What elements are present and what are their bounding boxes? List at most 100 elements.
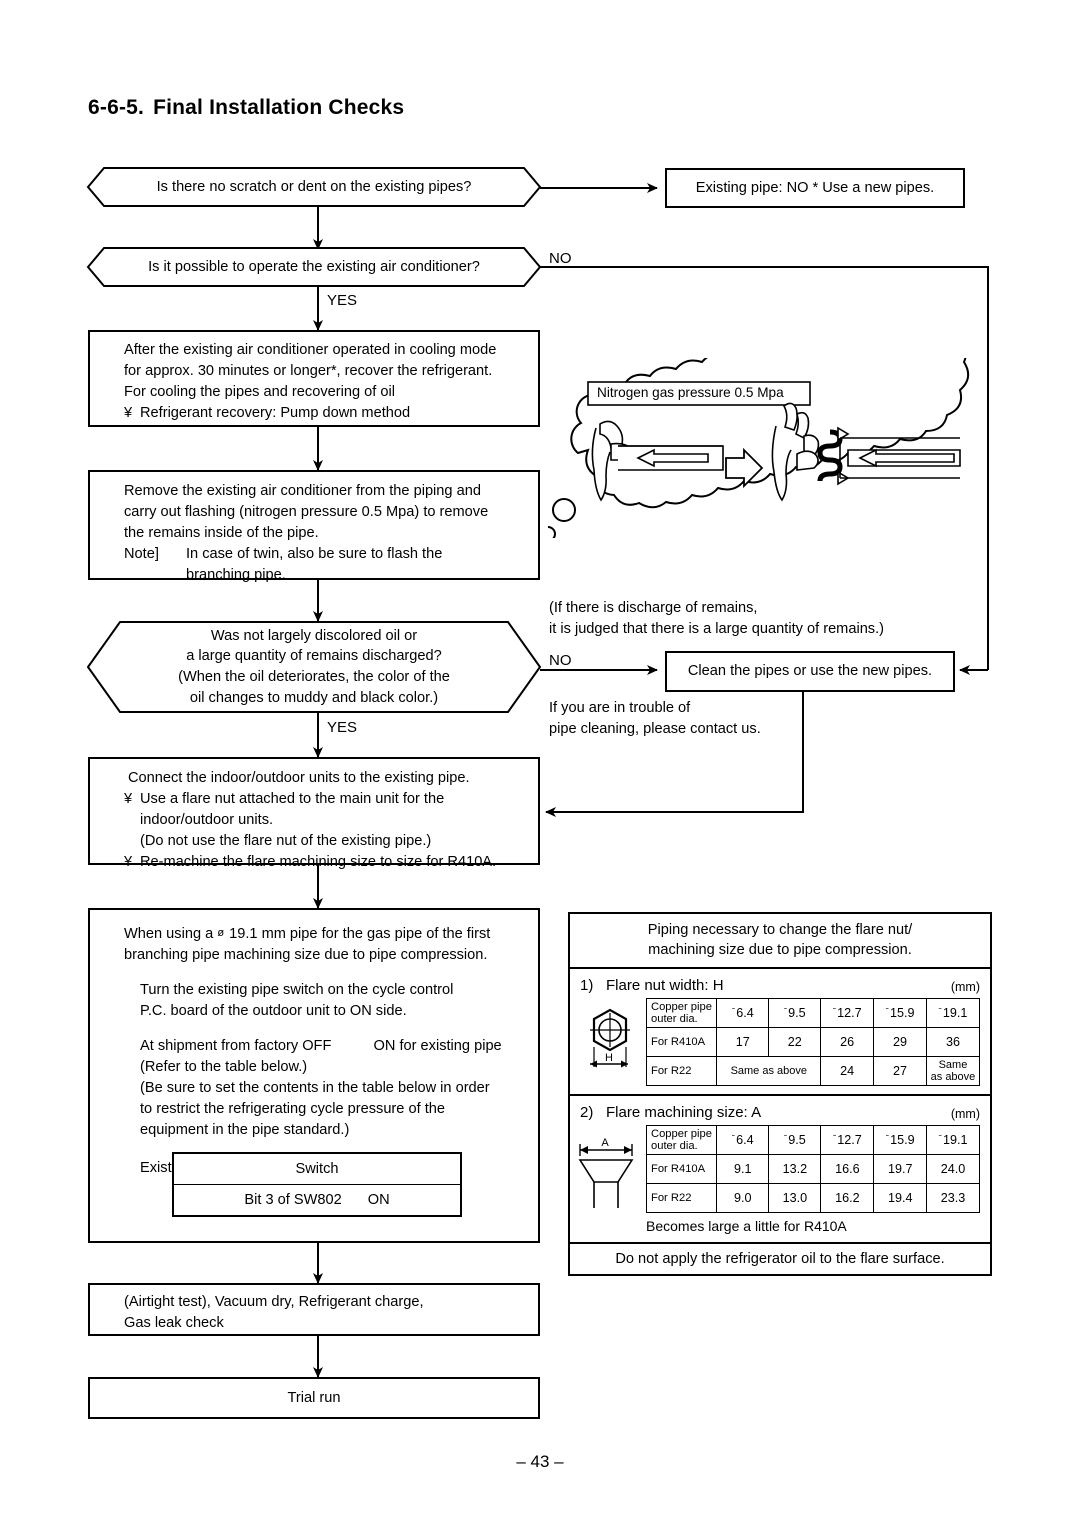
table2-r0-label: For R410A	[645, 1154, 718, 1185]
table2-r0-v2: 16.6	[820, 1154, 875, 1185]
table2-unit: (mm)	[950, 1107, 980, 1122]
b2-line-4: Refrigerant recovery: Pump down method	[140, 405, 411, 421]
b7-line-1: (Airtight test), Vacuum dry, Refrigerant…	[124, 1294, 424, 1310]
b5-line-2: Use a flare nut attached to the main uni…	[140, 791, 445, 807]
box-use-new-pipes: Existing pipe: NO * Use a new pipes.	[665, 168, 965, 208]
decision-3-line-4: oil changes to muddy and black color.)	[189, 689, 439, 706]
decision-3-line-3: (When the oil deteriorates, the color of…	[178, 669, 450, 685]
table2-r1-label: For R22	[645, 1183, 718, 1214]
table1-dia-2: ˉ12.7	[820, 998, 875, 1029]
table1-dia-1: ˉ9.5	[768, 998, 822, 1029]
decision-3-line-1: Was not largely discolored oil or	[210, 627, 418, 644]
table-row: For R22 Same as above 24 27 Same as abov…	[645, 1056, 981, 1087]
table1-title: Flare nut width: H	[606, 977, 724, 995]
b3-line-4: In case of twin, also be sure to flash t…	[186, 546, 443, 562]
b6-line-1a: When using a	[124, 926, 214, 942]
panel-footer-text: Do not apply the refrigerator oil to the…	[615, 1251, 945, 1268]
panel-header-line-1: Piping necessary to change the flare nut…	[647, 922, 913, 938]
b2-line-1: After the existing air conditioner opera…	[124, 342, 497, 358]
table2-r0-v1: 13.2	[768, 1154, 822, 1185]
box-tests: (Airtight test), Vacuum dry, Refrigerant…	[88, 1283, 540, 1336]
table1-dia-0: ˉ6.4	[716, 998, 770, 1029]
panel-header-line-2: machining size due to pipe compression.	[648, 941, 912, 958]
b3-note-label: Note]	[124, 546, 159, 562]
table1-r1-v1: 24	[820, 1056, 875, 1087]
b6-line-4: P.C. board of the outdoor unit to ON sid…	[140, 1003, 407, 1019]
switch-table: Switch Bit 3 of SW802 ON	[172, 1152, 462, 1217]
box-clean-pipes: Clean the pipes or use the new pipes.	[665, 651, 955, 692]
b6-line-5a: At shipment from factory OFF	[140, 1038, 332, 1054]
box-trial-run-text: Trial run	[287, 1389, 341, 1406]
table2-dia-3: ˉ15.9	[873, 1125, 928, 1156]
table2-r0-v0: 9.1	[716, 1154, 770, 1185]
table1-r0-v3: 29	[873, 1027, 927, 1058]
table2-r1-v2: 16.2	[820, 1183, 875, 1214]
switch-table-row-label: Bit 3 of SW802	[244, 1192, 342, 1208]
cloud-caption: Nitrogen gas pressure 0.5 Mpa	[597, 385, 784, 400]
b6-line-8: to restrict the refrigerating cycle pres…	[140, 1101, 445, 1117]
box-trial-run: Trial run	[88, 1377, 540, 1419]
box-clean-pipes-text: Clean the pipes or use the new pipes.	[687, 663, 933, 679]
table2-r1-v4: 23.3	[926, 1183, 980, 1214]
table2-dim-label: A	[601, 1137, 609, 1149]
bullet-icon: ¥	[124, 791, 133, 807]
table2-r1-v0: 9.0	[716, 1183, 770, 1214]
decision-1-text: Is there no scratch or dent on the exist…	[156, 178, 472, 195]
box-use-new-pipes-text: Existing pipe: NO * Use a new pipes.	[695, 179, 935, 196]
nitrogen-flashing-illustration: Nitrogen gas pressure 0.5 Mpa	[540, 304, 988, 542]
decision-existing-pipe-condition: Is there no scratch or dent on the exist…	[86, 167, 542, 207]
decision-can-operate-ac: Is it possible to operate the existing a…	[86, 247, 542, 287]
switch-table-row: Bit 3 of SW802 ON	[174, 1185, 460, 1215]
b3-line-3: the remains inside of the pipe.	[124, 525, 319, 541]
label-no-1: NO	[549, 250, 572, 267]
table2-r1-v1: 13.0	[768, 1183, 822, 1214]
table-row: Copper pipe outer dia. ˉ6.4 ˉ9.5 ˉ12.7 ˉ…	[645, 998, 981, 1029]
flare-shape-icon: A	[574, 1132, 638, 1217]
table2-title: Flare machining size: A	[606, 1104, 762, 1122]
table1-r1-label: For R22	[645, 1056, 718, 1087]
b5-line-4: (Do not use the flare nut of the existin…	[140, 833, 432, 849]
table2-dia-1: ˉ9.5	[768, 1125, 822, 1156]
decision-discolored-oil: Was not largely discolored oil or a larg…	[86, 621, 542, 713]
b6-line-3: Turn the existing pipe switch on the cyc…	[140, 982, 454, 998]
table1-r0-v4: 36	[925, 1027, 981, 1058]
table1-unit: (mm)	[950, 980, 980, 995]
table2-r0-v4: 24.0	[926, 1154, 980, 1185]
b3-line-2: carry out flashing (nitrogen pressure 0.…	[124, 504, 489, 520]
table1-r0-v0: 17	[716, 1027, 770, 1058]
table-row: For R410A 9.1 13.2 16.6 19.7 24.0	[645, 1154, 980, 1185]
table1-r1-v3: Same as above	[925, 1056, 981, 1087]
table1-row-head: Copper pipe outer dia.	[645, 998, 718, 1029]
table1-r1-v0: Same as above	[716, 1056, 822, 1087]
table2-r1-v3: 19.4	[873, 1183, 928, 1214]
b6-line-2: branching pipe machining size due to pip…	[124, 947, 488, 963]
b5-line-5: Re-machine the flare machining size to s…	[140, 854, 497, 870]
table2-dia-0: ˉ6.4	[716, 1125, 770, 1156]
table1-r0-v1: 22	[768, 1027, 822, 1058]
b6-line-9: equipment in the pipe standard.)	[140, 1122, 350, 1138]
b5-line-1: Connect the indoor/outdoor units to the …	[128, 770, 470, 786]
table2-note: Becomes large a little for R410A	[646, 1218, 847, 1235]
switch-table-row-value: ON	[367, 1192, 390, 1208]
label-yes-2: YES	[327, 719, 358, 736]
table1-index: 1)	[580, 977, 594, 995]
flare-machining-size-table: Copper pipe outer dia. ˉ6.4 ˉ9.5 ˉ12.7 ˉ…	[645, 1125, 980, 1214]
page-canvas: 6-6-5. Final Installation Checks Is ther…	[0, 0, 1080, 1525]
table2-r0-v3: 19.7	[873, 1154, 928, 1185]
box-remove-ac-flashing: Remove the existing air conditioner from…	[88, 470, 540, 583]
b6-line-1b: 19.1 mm pipe for the gas pipe of the fir…	[229, 926, 491, 942]
b3-line-1: Remove the existing air conditioner from…	[124, 483, 481, 499]
table-row: Copper pipe outer dia. ˉ6.4 ˉ9.5 ˉ12.7 ˉ…	[645, 1125, 980, 1156]
flare-nut-width-table: Copper pipe outer dia. ˉ6.4 ˉ9.5 ˉ12.7 ˉ…	[645, 998, 981, 1087]
label-yes-1: YES	[327, 292, 358, 309]
table1-r0-v2: 26	[820, 1027, 875, 1058]
bullet-icon: ¥	[124, 854, 133, 870]
table1-dia-4: ˉ19.1	[925, 998, 981, 1029]
table2-row-head: Copper pipe outer dia.	[645, 1125, 718, 1156]
b2-line-3: For cooling the pipes and recovering of …	[124, 384, 395, 400]
box-connect-units: Connect the indoor/outdoor units to the …	[88, 757, 540, 870]
table1-dim-label: H	[605, 1052, 613, 1064]
table1-r1-v2: 27	[873, 1056, 927, 1087]
flare-nut-width-section: 1) Flare nut width: H (mm) H Copper pipe…	[570, 969, 990, 1097]
diameter-icon: ø	[217, 927, 225, 939]
